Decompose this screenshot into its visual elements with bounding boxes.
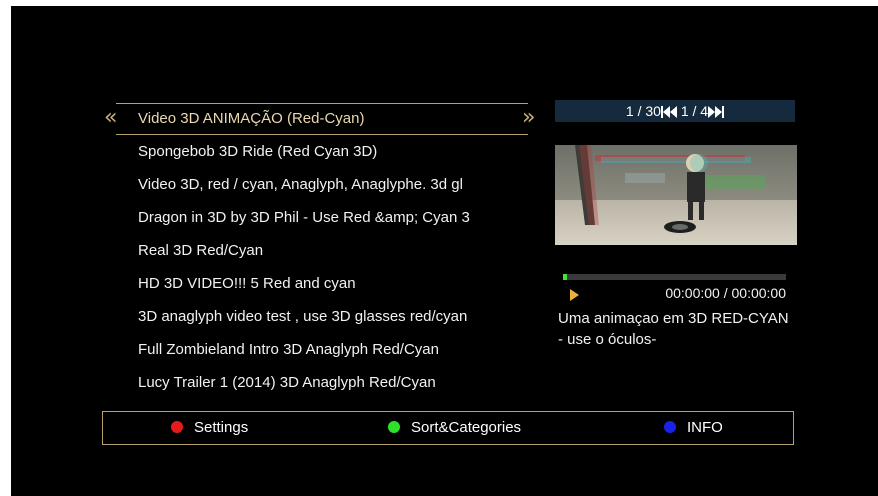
- subpage-indicator: 1 / 4: [680, 103, 709, 119]
- time-display: 00:00:00 / 00:00:00: [665, 285, 786, 301]
- list-item[interactable]: HD 3D VIDEO!!! 5 Red and cyan: [138, 273, 518, 295]
- sort-categories-button[interactable]: Sort&Categories: [388, 412, 521, 444]
- skip-back-icon[interactable]: [660, 106, 677, 118]
- list-item[interactable]: Video 3D ANIMAÇÃO (Red-Cyan): [138, 108, 518, 130]
- info-label: INFO: [687, 419, 723, 436]
- settings-button[interactable]: Settings: [171, 412, 248, 444]
- progress-bar[interactable]: [563, 274, 786, 280]
- video-description: Uma animaçao em 3D RED-CYAN - use o ócul…: [558, 310, 789, 348]
- list-item[interactable]: Dragon in 3D by 3D Phil - Use Red &amp; …: [138, 207, 518, 229]
- red-dot-icon: [171, 421, 183, 433]
- footer-bar: Settings Sort&Categories INFO: [102, 411, 794, 445]
- list-item[interactable]: Lucy Trailer 1 (2014) 3D Anaglyph Red/Cy…: [138, 372, 518, 394]
- video-thumbnail[interactable]: [555, 145, 797, 245]
- list-item[interactable]: Video 3D, red / cyan, Anaglyph, Anaglyph…: [138, 174, 518, 196]
- page-indicator: 1 / 30: [625, 103, 661, 119]
- blue-dot-icon: [664, 421, 676, 433]
- info-button[interactable]: INFO: [664, 412, 723, 444]
- settings-label: Settings: [194, 419, 249, 436]
- sort-categories-label: Sort&Categories: [411, 419, 522, 436]
- list-item[interactable]: Full Zombieland Intro 3D Anaglyph Red/Cy…: [138, 339, 518, 361]
- play-icon[interactable]: [570, 289, 579, 301]
- list-item[interactable]: 3D anaglyph video test , use 3D glasses …: [138, 306, 518, 328]
- selection-bottom-line: [116, 134, 528, 135]
- list-item[interactable]: Spongebob 3D Ride (Red Cyan 3D): [138, 141, 518, 163]
- chevron-left-icon[interactable]: «: [104, 107, 117, 129]
- selection-top-line: [116, 103, 528, 104]
- chevron-right-icon[interactable]: »: [522, 107, 535, 129]
- skip-forward-icon[interactable]: [708, 106, 725, 118]
- green-dot-icon: [388, 421, 400, 433]
- pager: 1 / 30 1 / 4: [555, 100, 795, 122]
- video-thumbnail-image: [555, 145, 797, 245]
- progress-fill: [563, 274, 568, 280]
- list-item[interactable]: Real 3D Red/Cyan: [138, 240, 518, 262]
